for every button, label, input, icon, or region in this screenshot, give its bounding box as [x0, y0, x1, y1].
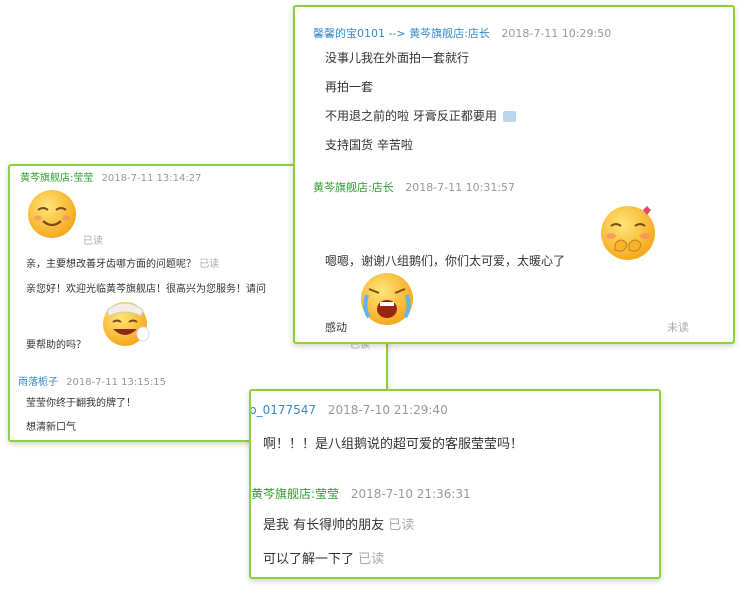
timestamp: 2018-7-11 13:15:15	[66, 377, 167, 388]
sender-name[interactable]: 黄芩旗舰店:莹莹	[251, 487, 339, 501]
sender-name[interactable]: 黄芩旗舰店:店长	[313, 181, 394, 194]
message-text: 要帮助的吗？	[26, 340, 86, 351]
chat-message: 感动	[325, 321, 347, 334]
message-header: b_0177547 2018-7-10 21:29:40	[251, 403, 448, 417]
read-status: 已读	[199, 259, 220, 270]
shy-emoji-icon	[601, 206, 655, 260]
chat-message: 支持国货 辛苦啦	[325, 138, 413, 152]
timestamp: 2018-7-10 21:29:40	[327, 403, 448, 417]
unread-status: 未读	[667, 321, 689, 334]
message-text: 可以了解一下了	[263, 552, 355, 567]
message-header: 馨馨的宝0101 --> 黄芩旗舰店:店长 2018-7-11 10:29:50	[313, 25, 611, 41]
message-text: 想清新口气	[26, 422, 76, 433]
chat-message: 再拍一套	[325, 80, 374, 94]
read-status: 已读	[83, 236, 103, 247]
message-header: 黄芩旗舰店:莹莹 2018-7-10 21:36:31	[251, 485, 471, 502]
message-header: 黄芩旗舰店:店长 2018-7-11 10:31:57	[313, 179, 515, 195]
chat-message: 啊！！！是八组鹅说的超可爱的客服莹莹吗！	[263, 437, 524, 452]
chat-message: 莹莹你终于翻我的牌了！	[26, 394, 136, 409]
sender-name[interactable]: 雨落栀子	[18, 377, 58, 388]
message-text: 是我 有长得帅的朋友	[263, 518, 385, 533]
chat-message: 要帮助的吗？	[26, 336, 86, 351]
chat-message: 可以了解一下了 已读	[263, 548, 384, 567]
chat-message: 亲，主要想改善牙齿哪方面的问题呢？ 已读	[26, 255, 219, 270]
sender-name[interactable]: 黄芩旗舰店:莹莹	[20, 173, 93, 184]
more-icon[interactable]	[502, 106, 516, 122]
timestamp: 2018-7-10 21:36:31	[350, 487, 471, 501]
message-text: 莹莹你终于翻我的牌了！	[26, 398, 136, 409]
sender-name[interactable]: b_0177547	[251, 403, 316, 417]
grin-emoji-icon	[103, 302, 150, 346]
message-text: 亲您好！欢迎光临黄芩旗舰店！很高兴为您服务！请问	[26, 284, 266, 295]
message-header: 雨落栀子 2018-7-11 13:15:15	[18, 373, 166, 388]
chat-message: 没事儿我在外面拍一套就行	[325, 51, 470, 65]
sender-name[interactable]: 馨馨的宝0101 --> 黄芩旗舰店:店长	[313, 27, 490, 40]
page: { "left_panel": { "messages": [ {"sender…	[0, 0, 752, 599]
chat-message: 嗯嗯，谢谢八组鹅们，你们太可爱，太暖心了	[325, 254, 566, 268]
chat-message: 想清新口气	[26, 418, 76, 433]
chat-panel-top: 馨馨的宝0101 --> 黄芩旗舰店:店长 2018-7-11 10:29:50…	[293, 5, 735, 344]
chat-message: 亲您好！欢迎光临黄芩旗舰店！很高兴为您服务！请问	[26, 280, 266, 295]
message-header: 黄芩旗舰店:莹莹 2018-7-11 13:14:27	[20, 169, 201, 184]
read-status: 已读	[388, 518, 415, 533]
timestamp: 2018-7-11 10:29:50	[501, 27, 612, 40]
read-status: 已读	[358, 552, 385, 567]
message-text: 不用退之前的啦 牙膏反正都要用	[325, 109, 497, 123]
crying-emoji-icon	[361, 273, 413, 325]
chat-panel-bottom: b_0177547 2018-7-10 21:29:40 啊！！！是八组鹅说的超…	[249, 389, 661, 579]
chat-message: 是我 有长得帅的朋友 已读	[263, 514, 414, 533]
timestamp: 2018-7-11 13:14:27	[101, 173, 202, 184]
chat-message: 不用退之前的啦 牙膏反正都要用	[325, 106, 516, 124]
timestamp: 2018-7-11 10:31:57	[405, 181, 516, 194]
smile-emoji-icon	[28, 190, 76, 238]
message-text: 亲，主要想改善牙齿哪方面的问题呢？	[26, 259, 196, 270]
